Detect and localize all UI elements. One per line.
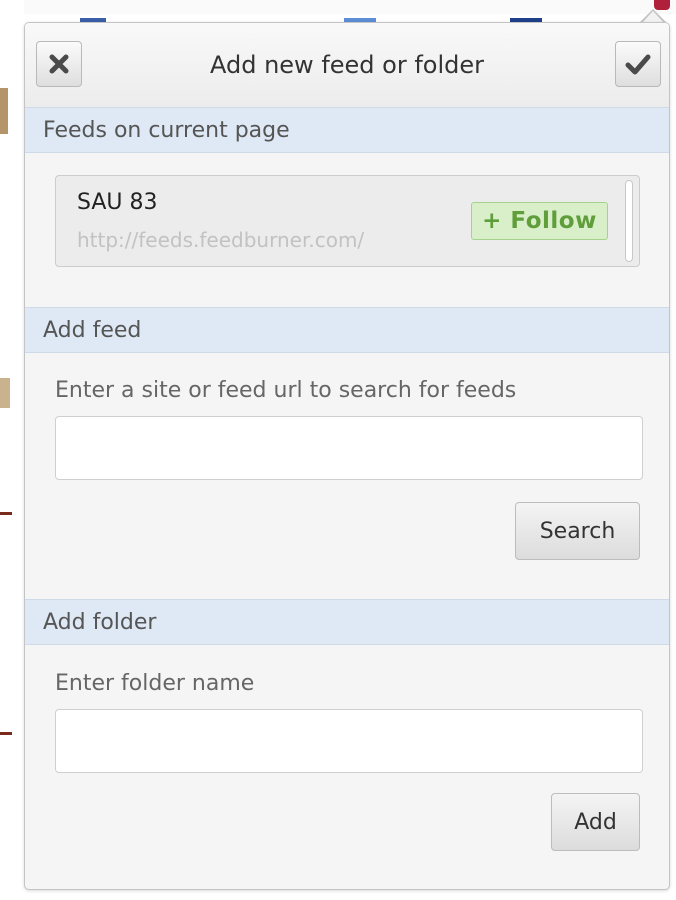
background-mark bbox=[0, 88, 8, 134]
background-page-top bbox=[24, 0, 676, 14]
folder-name-input[interactable] bbox=[55, 709, 643, 773]
section-add-feed: Add feed bbox=[25, 307, 669, 353]
feed-list: SAU 83 http://feeds.feedburner.com/ + Fo… bbox=[55, 175, 640, 267]
follow-button[interactable]: + Follow bbox=[471, 202, 608, 240]
section-title: Feeds on current page bbox=[43, 117, 290, 143]
section-add-folder: Add folder bbox=[25, 599, 669, 645]
feed-url: http://feeds.feedburner.com/ bbox=[77, 228, 365, 252]
feed-list-scrollbar[interactable] bbox=[625, 180, 633, 262]
popup-title: Add new feed or folder bbox=[209, 51, 485, 79]
add-feed-popup: Add new feed or folder Feeds on current … bbox=[24, 22, 670, 890]
confirm-button[interactable] bbox=[615, 41, 661, 87]
close-x-icon bbox=[49, 54, 69, 74]
popup-header: Add new feed or folder bbox=[25, 23, 669, 108]
feed-url-input[interactable] bbox=[55, 416, 643, 480]
feed-url-label: Enter a site or feed url to search for f… bbox=[55, 378, 517, 403]
section-current-page-feeds: Feeds on current page bbox=[25, 107, 669, 153]
section-title: Add folder bbox=[43, 609, 157, 635]
background-mark bbox=[0, 512, 12, 515]
background-mark bbox=[0, 732, 12, 735]
close-button[interactable] bbox=[36, 41, 82, 87]
search-button[interactable]: Search bbox=[515, 502, 640, 560]
folder-name-label: Enter folder name bbox=[55, 671, 255, 696]
feed-title: SAU 83 bbox=[77, 190, 158, 215]
section-title: Add feed bbox=[43, 317, 142, 343]
add-folder-button[interactable]: Add bbox=[551, 793, 640, 851]
checkmark-icon bbox=[625, 54, 651, 75]
background-mark bbox=[0, 378, 10, 408]
